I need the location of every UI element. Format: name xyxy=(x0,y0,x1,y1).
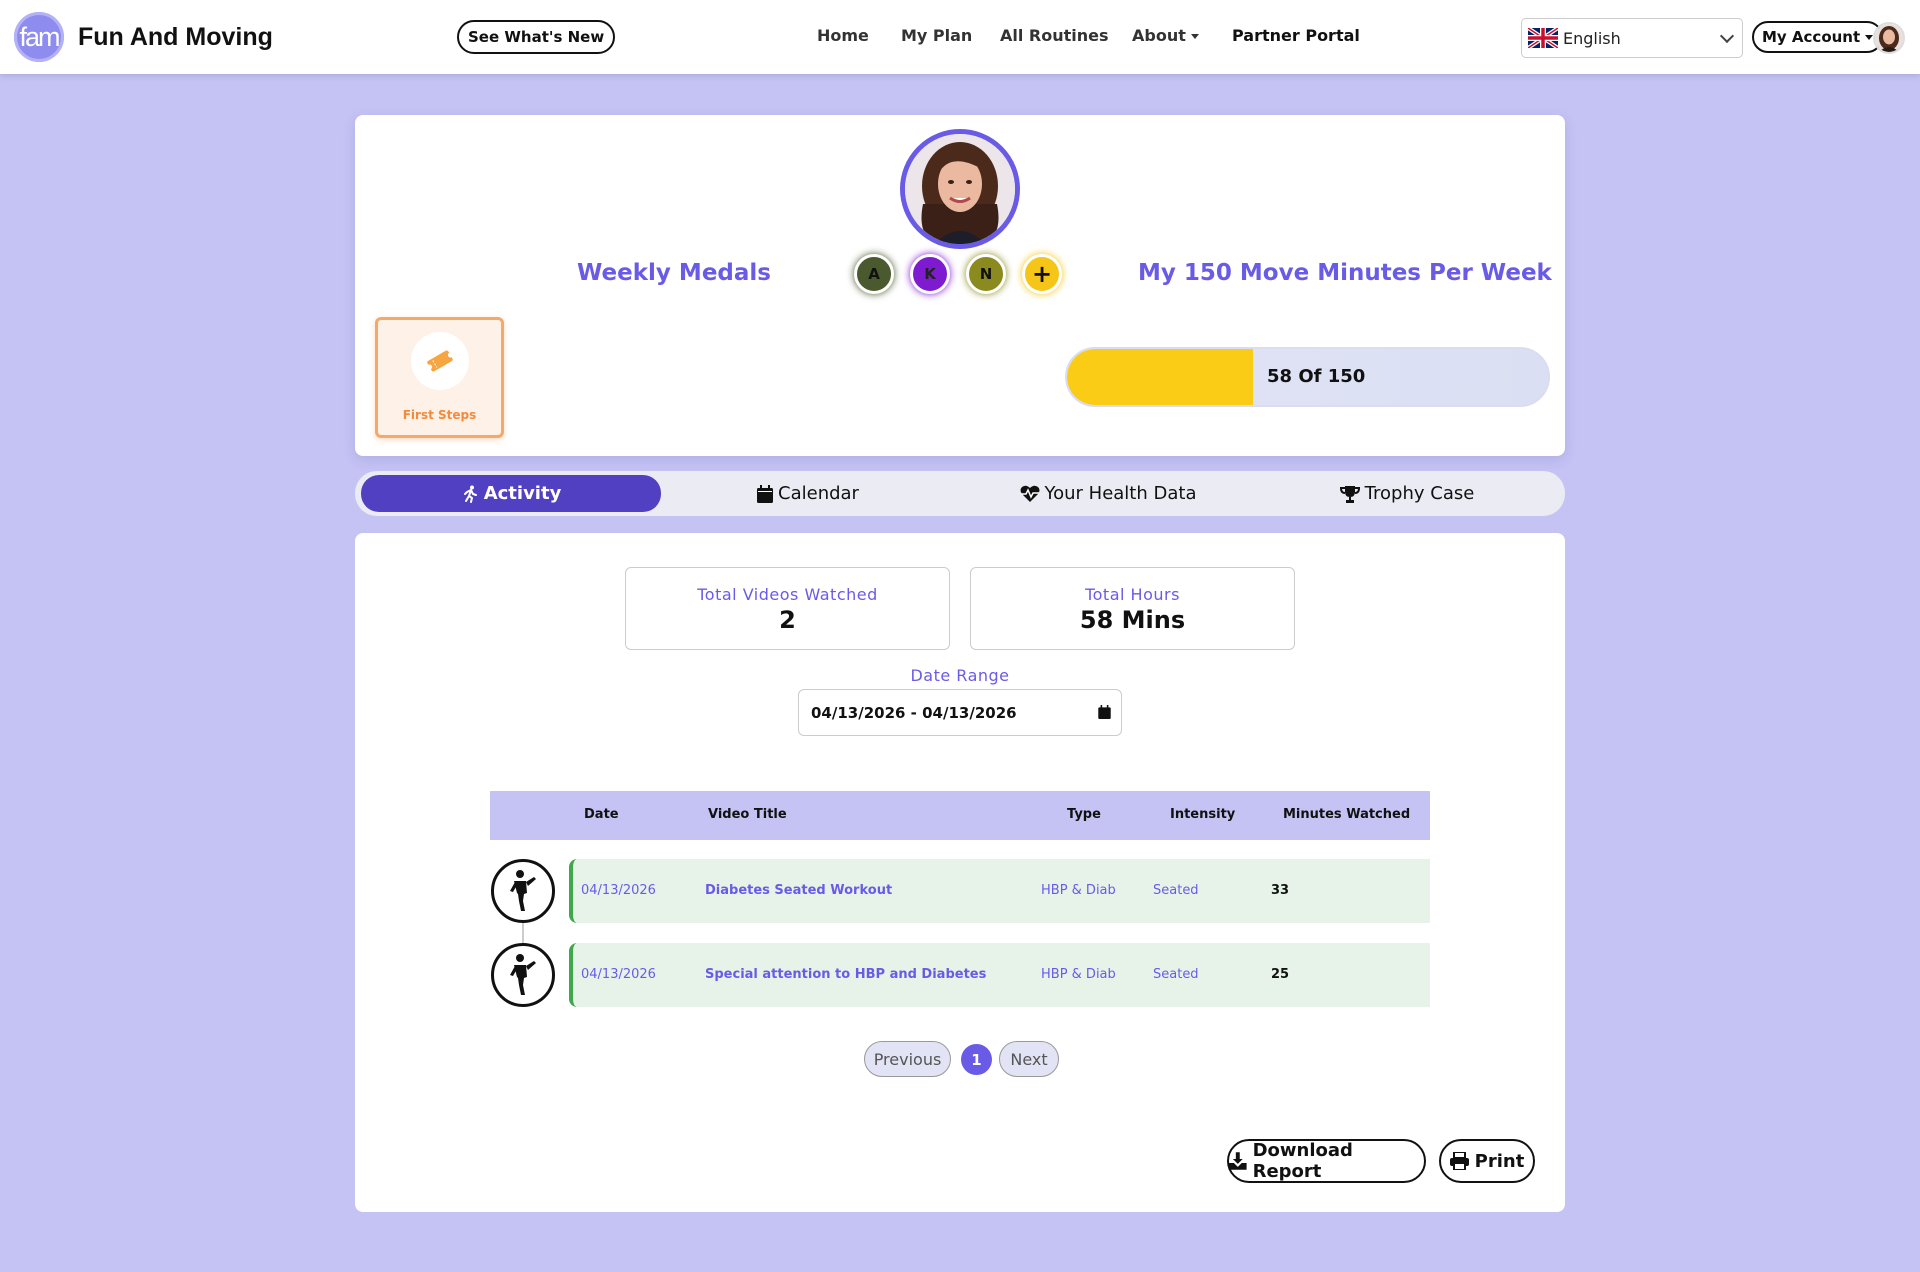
ticket-icon xyxy=(427,350,453,372)
col-minutes-watched: Minutes Watched xyxy=(1283,807,1411,822)
download-icon xyxy=(1229,1152,1247,1170)
tab-trophy-case[interactable]: Trophy Case xyxy=(1257,475,1557,512)
row-type: HBP & Diab xyxy=(1041,967,1116,982)
trophy-icon xyxy=(1339,485,1360,503)
stat-label: Total Hours xyxy=(1085,585,1180,604)
printer-icon xyxy=(1449,1152,1469,1170)
row-video-title[interactable]: Special attention to HBP and Diabetes xyxy=(705,967,986,982)
col-type: Type xyxy=(1067,807,1101,822)
col-intensity: Intensity xyxy=(1170,807,1236,822)
col-video-title: Video Title xyxy=(708,807,787,822)
move-minutes-progress: 58 Of 150 xyxy=(1065,347,1550,407)
tab-activity-label: Activity xyxy=(483,483,562,504)
activity-panel: Total Videos Watched 2 Total Hours 58 Mi… xyxy=(355,533,1565,1212)
my-account-label: My Account xyxy=(1762,28,1861,46)
stat-total-videos: Total Videos Watched 2 xyxy=(625,567,950,650)
medal-icon-circle xyxy=(411,332,469,390)
uk-flag-icon xyxy=(1528,28,1558,48)
avatar-image xyxy=(1875,24,1903,52)
tab-activity[interactable]: Activity xyxy=(361,475,661,512)
tab-calendar-label: Calendar xyxy=(778,483,859,504)
move-minutes-title: My 150 Move Minutes Per Week xyxy=(1138,260,1552,286)
print-button[interactable]: Print xyxy=(1439,1139,1535,1183)
row-video-title[interactable]: Diabetes Seated Workout xyxy=(705,883,892,898)
row-intensity: Seated xyxy=(1153,883,1199,898)
tab-health-data-label: Your Health Data xyxy=(1044,483,1197,504)
nav-my-plan[interactable]: My Plan xyxy=(901,26,972,45)
date-range-value: 04/13/2026 - 04/13/2026 xyxy=(811,703,1017,722)
print-label: Print xyxy=(1474,1150,1525,1172)
user-avatar[interactable] xyxy=(1873,22,1905,54)
badge-a-letter: A xyxy=(868,265,880,283)
date-range-input[interactable]: 04/13/2026 - 04/13/2026 xyxy=(798,689,1122,736)
badge-k[interactable]: K xyxy=(910,254,950,294)
nav-partner-portal[interactable]: Partner Portal xyxy=(1232,26,1360,45)
nav-all-routines[interactable]: All Routines xyxy=(1000,26,1109,45)
page-1-button[interactable]: 1 xyxy=(961,1044,992,1075)
add-badge-button[interactable]: + xyxy=(1022,254,1062,294)
tab-calendar[interactable]: Calendar xyxy=(658,475,958,512)
row-minutes: 25 xyxy=(1271,967,1290,982)
table-row[interactable]: 04/13/2026 Special attention to HBP and … xyxy=(569,943,1430,1007)
row-type: HBP & Diab xyxy=(1041,883,1116,898)
badge-k-letter: K xyxy=(924,265,936,283)
badge-n-letter: N xyxy=(979,265,993,283)
stat-label: Total Videos Watched xyxy=(697,585,878,604)
medal-label: First Steps xyxy=(402,408,477,422)
medal-first-steps[interactable]: First Steps xyxy=(375,317,504,438)
download-report-label: Download Report xyxy=(1252,1140,1353,1182)
calendar-icon xyxy=(757,484,774,503)
profile-image xyxy=(905,134,1015,244)
language-select[interactable]: English xyxy=(1521,18,1743,58)
badge-n[interactable]: N xyxy=(966,254,1006,294)
nav-about-label: About xyxy=(1132,26,1186,45)
exercise-person-icon xyxy=(510,954,536,995)
calendar-icon[interactable] xyxy=(1098,705,1111,719)
profile-card: Weekly Medals A K N + My 150 Move Minute… xyxy=(355,115,1565,456)
col-date: Date xyxy=(584,807,619,822)
row-date: 04/13/2026 xyxy=(581,883,656,898)
chevron-down-icon xyxy=(1719,28,1735,44)
caret-down-icon xyxy=(1865,34,1874,40)
download-report-button[interactable]: Download Report xyxy=(1227,1139,1426,1183)
stat-value: 58 Mins xyxy=(1079,606,1186,634)
progress-text: 58 Of 150 xyxy=(1267,366,1366,387)
top-navbar: fam Fun And Moving See What's New Home M… xyxy=(0,0,1920,74)
date-range-label: Date Range xyxy=(910,666,1010,685)
profile-photo[interactable] xyxy=(900,129,1020,249)
nav-home[interactable]: Home xyxy=(817,26,869,45)
next-page-button[interactable]: Next xyxy=(999,1041,1059,1077)
profile-tabs: Activity Calendar Your Health Data Troph… xyxy=(355,471,1565,516)
table-row[interactable]: 04/13/2026 Diabetes Seated Workout HBP &… xyxy=(569,859,1430,923)
my-account-button[interactable]: My Account xyxy=(1752,21,1884,53)
exercise-person-icon xyxy=(510,870,536,911)
badge-a[interactable]: A xyxy=(854,254,894,294)
progress-fill xyxy=(1067,349,1253,405)
tab-trophy-case-label: Trophy Case xyxy=(1364,483,1475,504)
plus-icon: + xyxy=(1031,260,1053,288)
heartbeat-icon xyxy=(1020,485,1040,502)
tab-health-data[interactable]: Your Health Data xyxy=(958,475,1258,512)
running-icon xyxy=(463,485,477,503)
row-date: 04/13/2026 xyxy=(581,967,656,982)
activity-icon xyxy=(491,859,555,923)
weekly-medals-title: Weekly Medals xyxy=(577,260,771,286)
nav-about[interactable]: About xyxy=(1132,26,1199,45)
stat-total-hours: Total Hours 58 Mins xyxy=(970,567,1295,650)
row-intensity: Seated xyxy=(1153,967,1199,982)
stat-value: 2 xyxy=(779,606,796,634)
activity-icon xyxy=(491,943,555,1007)
row-minutes: 33 xyxy=(1271,883,1290,898)
language-label: English xyxy=(1563,28,1621,48)
caret-down-icon xyxy=(1190,34,1199,39)
previous-page-button[interactable]: Previous xyxy=(864,1041,951,1077)
table-header: Date Video Title Type Intensity Minutes … xyxy=(490,791,1430,840)
